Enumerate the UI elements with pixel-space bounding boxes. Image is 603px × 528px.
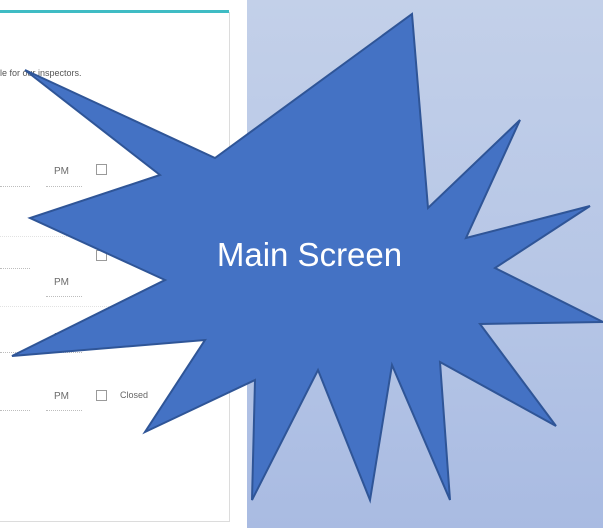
callout-label: Main Screen (216, 236, 403, 273)
